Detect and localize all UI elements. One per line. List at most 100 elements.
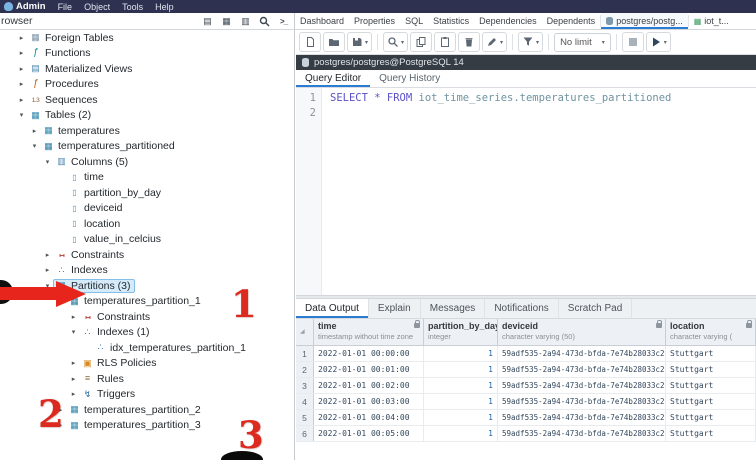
tree-item-temperatures[interactable]: ▸ temperatures bbox=[0, 123, 294, 139]
row-number[interactable]: 4 bbox=[296, 394, 314, 409]
cell-time[interactable]: 2022-01-01 00:01:00 bbox=[314, 362, 424, 377]
tab-statistics[interactable]: Statistics bbox=[428, 13, 474, 29]
tab-messages[interactable]: Messages bbox=[421, 299, 486, 318]
tab-data-output[interactable]: Data Output bbox=[296, 299, 369, 318]
save-button[interactable]: ▾ bbox=[347, 32, 373, 52]
tree-item-indexes[interactable]: ▸ Indexes bbox=[0, 263, 294, 279]
cell-deviceid[interactable]: 59adf535-2a94-473d-bfda-7e74b28033c2 bbox=[498, 394, 666, 409]
cell-location[interactable]: Stuttgart bbox=[666, 426, 756, 441]
expand-arrow[interactable]: ▾ bbox=[42, 158, 53, 166]
select-all-header[interactable]: ◢ bbox=[296, 319, 314, 345]
filter-button[interactable]: ▾ bbox=[518, 32, 544, 52]
cell-location[interactable]: Stuttgart bbox=[666, 394, 756, 409]
tree-item-rules[interactable]: ▸ Rules bbox=[0, 371, 294, 387]
tab-query-history[interactable]: Query History bbox=[370, 70, 449, 87]
row-limit-select[interactable]: No limit ▾ bbox=[554, 32, 611, 52]
tree-item-tables[interactable]: ▾ Tables (2) bbox=[0, 108, 294, 124]
tree-item-idx-temperatures-partition-1[interactable]: idx_temperatures_partition_1 bbox=[0, 340, 294, 356]
expand-arrow[interactable]: ▸ bbox=[16, 49, 27, 57]
tab-notifications[interactable]: Notifications bbox=[485, 299, 559, 318]
tab-sql[interactable]: SQL bbox=[400, 13, 428, 29]
tab-iot-table[interactable]: ▦ iot_t... bbox=[689, 13, 734, 29]
layout-icon[interactable]: ▥ bbox=[238, 14, 253, 28]
cell-time[interactable]: 2022-01-01 00:03:00 bbox=[314, 394, 424, 409]
find-button[interactable]: ▾ bbox=[383, 32, 409, 52]
menu-help[interactable]: Help bbox=[155, 2, 174, 12]
expand-arrow[interactable]: ▸ bbox=[42, 251, 53, 259]
cell-partition-by-day[interactable]: 1 bbox=[424, 362, 498, 377]
expand-arrow[interactable]: ▸ bbox=[16, 65, 27, 73]
cell-time[interactable]: 2022-01-01 00:00:00 bbox=[314, 346, 424, 361]
tab-dashboard[interactable]: Dashboard bbox=[295, 13, 349, 29]
expand-arrow[interactable]: ▸ bbox=[29, 127, 40, 135]
tab-explain[interactable]: Explain bbox=[369, 299, 421, 318]
row-number[interactable]: 2 bbox=[296, 362, 314, 377]
tree-item-partition1-indexes[interactable]: ▾ Indexes (1) bbox=[0, 325, 294, 341]
expand-arrow[interactable]: ▾ bbox=[29, 142, 40, 150]
expand-arrow[interactable]: ▸ bbox=[42, 266, 53, 274]
tree-item-foreign-tables[interactable]: ▸ Foreign Tables bbox=[0, 30, 294, 46]
menu-tools[interactable]: Tools bbox=[122, 2, 143, 12]
row-number[interactable]: 6 bbox=[296, 426, 314, 441]
tree-item-procedures[interactable]: ▸ Procedures bbox=[0, 77, 294, 93]
tree-item-rls-policies[interactable]: ▸ RLS Policies bbox=[0, 356, 294, 372]
cell-location[interactable]: Stuttgart bbox=[666, 410, 756, 425]
sql-code[interactable]: SELECT * FROM iot_time_series.temperatur… bbox=[322, 88, 671, 295]
cell-deviceid[interactable]: 59adf535-2a94-473d-bfda-7e74b28033c2 bbox=[498, 378, 666, 393]
cell-partition-by-day[interactable]: 1 bbox=[424, 394, 498, 409]
tab-query-tool[interactable]: postgres/postg... bbox=[601, 13, 688, 29]
row-number[interactable]: 1 bbox=[296, 346, 314, 361]
cell-partition-by-day[interactable]: 1 bbox=[424, 410, 498, 425]
cell-deviceid[interactable]: 59adf535-2a94-473d-bfda-7e74b28033c2 bbox=[498, 410, 666, 425]
tree-item-column-time[interactable]: time bbox=[0, 170, 294, 186]
cell-deviceid[interactable]: 59adf535-2a94-473d-bfda-7e74b28033c2 bbox=[498, 346, 666, 361]
tab-scratch-pad[interactable]: Scratch Pad bbox=[559, 299, 633, 318]
sql-editor[interactable]: 1 2 SELECT * FROM iot_time_series.temper… bbox=[296, 88, 756, 295]
expand-arrow[interactable]: ▸ bbox=[16, 34, 27, 42]
tab-query-editor[interactable]: Query Editor bbox=[296, 70, 370, 87]
row-number[interactable]: 3 bbox=[296, 378, 314, 393]
expand-arrow[interactable]: ▸ bbox=[68, 313, 79, 321]
column-header-deviceid[interactable]: deviceid character varying (50) bbox=[498, 319, 666, 345]
tab-dependents[interactable]: Dependents bbox=[542, 13, 601, 29]
cell-location[interactable]: Stuttgart bbox=[666, 346, 756, 361]
cell-partition-by-day[interactable]: 1 bbox=[424, 426, 498, 441]
menu-object[interactable]: Object bbox=[84, 2, 110, 12]
cell-location[interactable]: Stuttgart bbox=[666, 362, 756, 377]
tree-item-column-deviceid[interactable]: deviceid bbox=[0, 201, 294, 217]
open-file-button[interactable] bbox=[299, 32, 321, 52]
expand-arrow[interactable]: ▸ bbox=[68, 375, 79, 383]
folder-open-button[interactable] bbox=[323, 32, 345, 52]
tree-item-constraints[interactable]: ▸ Constraints bbox=[0, 247, 294, 263]
edit-button[interactable]: ▾ bbox=[482, 32, 508, 52]
column-header-time[interactable]: time timestamp without time zone bbox=[314, 319, 424, 345]
cancel-query-button[interactable] bbox=[621, 32, 644, 52]
cell-time[interactable]: 2022-01-01 00:04:00 bbox=[314, 410, 424, 425]
delete-button[interactable] bbox=[458, 32, 481, 52]
paste-button[interactable] bbox=[434, 32, 457, 52]
cell-time[interactable]: 2022-01-01 00:05:00 bbox=[314, 426, 424, 441]
tree-item-temperatures-partitioned[interactable]: ▾ temperatures_partitioned bbox=[0, 139, 294, 155]
expand-arrow[interactable]: ▾ bbox=[68, 328, 79, 336]
tree-item-functions[interactable]: ▸ Functions bbox=[0, 46, 294, 62]
tree-item-column-location[interactable]: location bbox=[0, 216, 294, 232]
execute-button[interactable]: ▾ bbox=[645, 32, 671, 52]
tree-item-sequences[interactable]: ▸ Sequences bbox=[0, 92, 294, 108]
cell-partition-by-day[interactable]: 1 bbox=[424, 346, 498, 361]
tree-item-columns[interactable]: ▾ Columns (5) bbox=[0, 154, 294, 170]
tab-properties[interactable]: Properties bbox=[349, 13, 400, 29]
search-icon[interactable] bbox=[257, 14, 272, 28]
tree-item-column-partition-by-day[interactable]: partition_by_day bbox=[0, 185, 294, 201]
cell-deviceid[interactable]: 59adf535-2a94-473d-bfda-7e74b28033c2 bbox=[498, 362, 666, 377]
cell-time[interactable]: 2022-01-01 00:02:00 bbox=[314, 378, 424, 393]
cell-location[interactable]: Stuttgart bbox=[666, 378, 756, 393]
column-header-location[interactable]: location character varying ( bbox=[666, 319, 756, 345]
cell-deviceid[interactable]: 59adf535-2a94-473d-bfda-7e74b28033c2 bbox=[498, 426, 666, 441]
expand-arrow[interactable]: ▸ bbox=[68, 390, 79, 398]
menu-file[interactable]: File bbox=[58, 2, 73, 12]
expand-arrow[interactable]: ▸ bbox=[16, 96, 27, 104]
column-header-partition-by-day[interactable]: partition_by_day integer bbox=[424, 319, 498, 345]
tree-item-column-value-in-celcius[interactable]: value_in_celcius bbox=[0, 232, 294, 248]
tab-dependencies[interactable]: Dependencies bbox=[474, 13, 542, 29]
row-number[interactable]: 5 bbox=[296, 410, 314, 425]
